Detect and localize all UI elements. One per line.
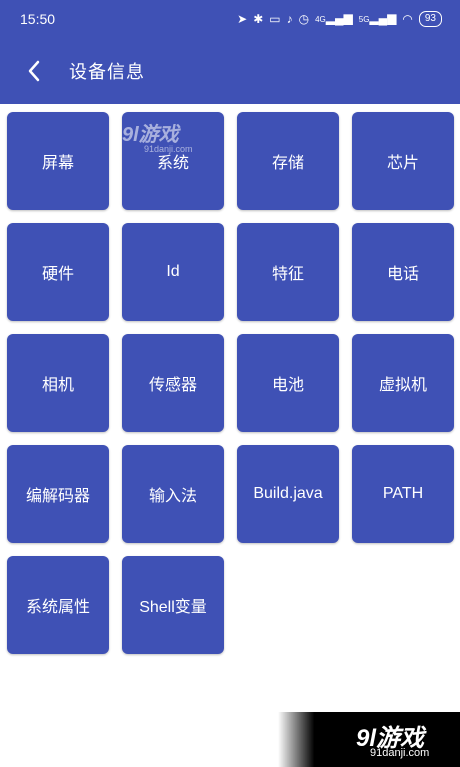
- battery-icon: 93: [418, 11, 442, 27]
- wifi-icon: ◠: [402, 12, 413, 26]
- tile-id[interactable]: Id: [122, 223, 224, 321]
- tile-path[interactable]: PATH: [352, 445, 454, 543]
- tile-phone[interactable]: 电话: [352, 223, 454, 321]
- signal-label-2: 5G: [358, 15, 370, 24]
- battery-level: 93: [424, 13, 436, 24]
- bluetooth-icon: ✱: [253, 12, 264, 26]
- tile-battery[interactable]: 电池: [237, 334, 339, 432]
- tile-codecs[interactable]: 编解码器: [7, 445, 109, 543]
- watermark-corner: 9l游戏 91danji.com: [278, 712, 460, 767]
- tile-virtual-machine[interactable]: 虚拟机: [352, 334, 454, 432]
- signal-icon-2: 5G▂▄▆: [358, 11, 397, 25]
- watermark-corner-site: 91danji.com: [370, 747, 430, 759]
- alarm-icon: ◷: [298, 12, 310, 26]
- tile-hardware[interactable]: 硬件: [7, 223, 109, 321]
- status-icons: ➤ ✱ ▭ ♪ ◷ 4G▂▄▆ 5G▂▄▆ ◠ 93: [237, 11, 442, 27]
- category-grid: 屏幕 系统 存储 芯片 硬件 Id 特征 电话 相机 传感器 电池 虚拟机 编解…: [7, 112, 454, 654]
- back-button[interactable]: [16, 53, 52, 89]
- tile-sensors[interactable]: 传感器: [122, 334, 224, 432]
- tile-camera[interactable]: 相机: [7, 334, 109, 432]
- tile-chip[interactable]: 芯片: [352, 112, 454, 210]
- vibrate-icon: ▭: [269, 12, 281, 26]
- watermark-corner-logo: 9l游戏: [356, 725, 425, 752]
- tile-shell-variables[interactable]: Shell变量: [122, 556, 224, 654]
- tile-input-method[interactable]: 输入法: [122, 445, 224, 543]
- status-time: 15:50: [20, 11, 56, 27]
- app-bar: 15:50 ➤ ✱ ▭ ♪ ◷ 4G▂▄▆ 5G▂▄▆ ◠ 93 设备信息: [0, 0, 460, 104]
- device-info-screen: 15:50 ➤ ✱ ▭ ♪ ◷ 4G▂▄▆ 5G▂▄▆ ◠ 93 设备信息 屏幕…: [0, 0, 460, 767]
- back-arrow-icon: [28, 60, 40, 82]
- toolbar: 设备信息: [0, 38, 460, 104]
- tile-features[interactable]: 特征: [237, 223, 339, 321]
- tile-system[interactable]: 系统: [122, 112, 224, 210]
- signal-label-1: 4G: [315, 15, 326, 24]
- page-title: 设备信息: [69, 62, 145, 82]
- status-bar: 15:50 ➤ ✱ ▭ ♪ ◷ 4G▂▄▆ 5G▂▄▆ ◠ 93: [0, 0, 460, 38]
- tile-system-properties[interactable]: 系统属性: [7, 556, 109, 654]
- tile-screen[interactable]: 屏幕: [7, 112, 109, 210]
- tile-storage[interactable]: 存储: [237, 112, 339, 210]
- location-icon: ➤: [237, 12, 248, 26]
- mute-icon: ♪: [286, 12, 293, 26]
- tile-build-java[interactable]: Build.java: [237, 445, 339, 543]
- signal-icon: 4G▂▄▆: [315, 11, 353, 25]
